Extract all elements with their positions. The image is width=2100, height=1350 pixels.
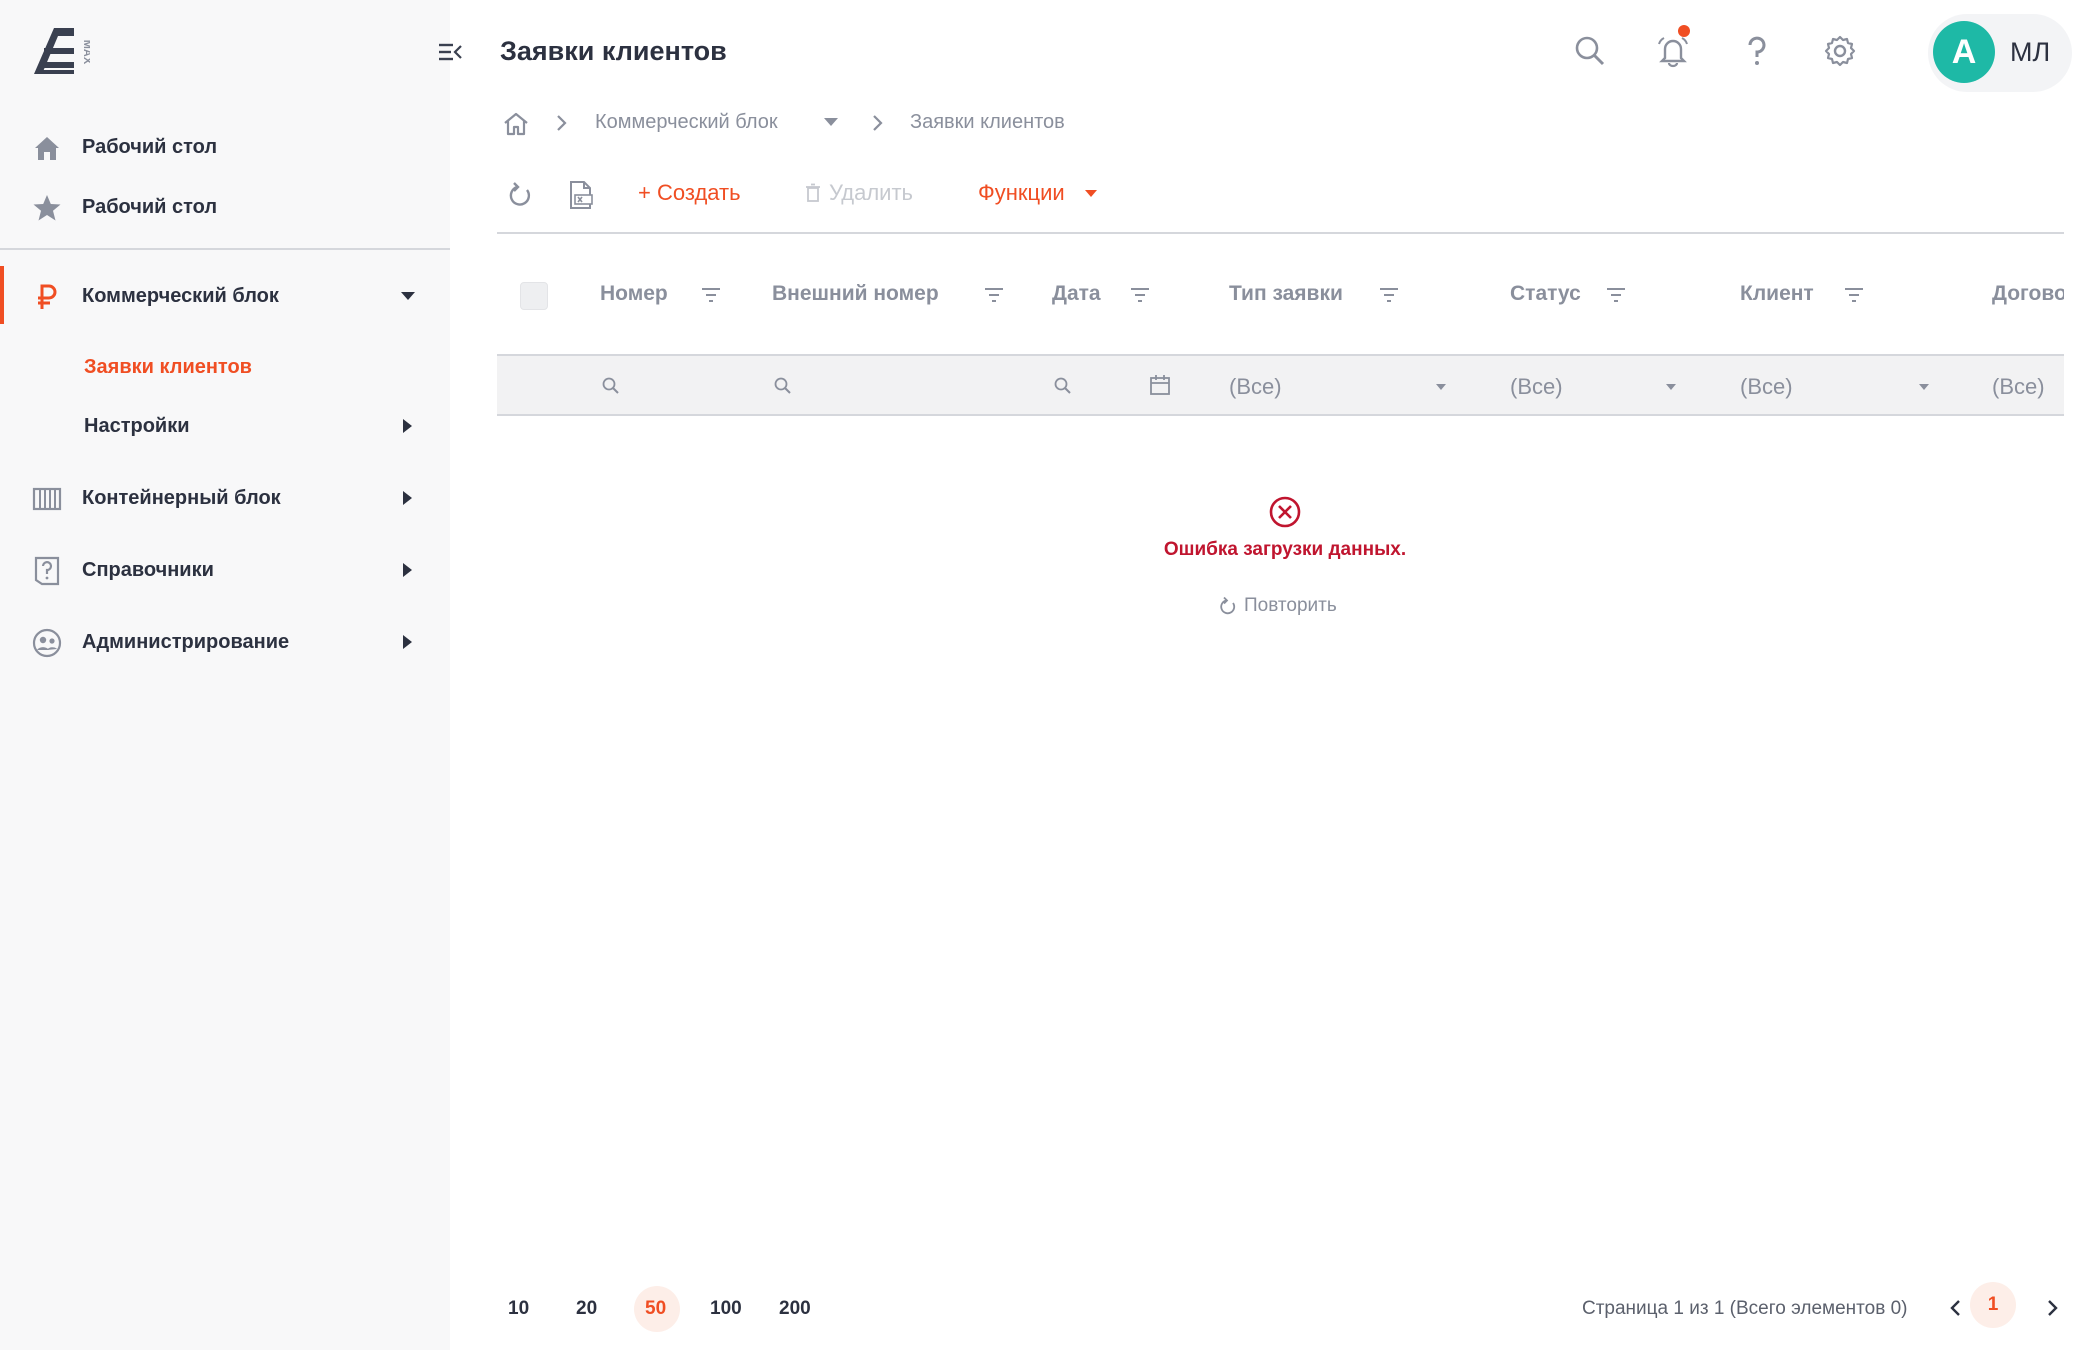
container-icon [32,487,62,511]
help-icon[interactable] [1740,34,1774,68]
bell-icon[interactable] [1656,34,1690,68]
sidebar-item-label: Рабочий стол [82,195,218,218]
filter-contract-clip: (Все) [1990,366,2064,410]
caret-down-icon[interactable] [1435,383,1447,391]
svg-text:MAX: MAX [81,40,90,65]
functions-label: Функции [978,180,1065,205]
chevron-left-icon[interactable] [1946,1296,1966,1320]
search-icon[interactable] [773,376,793,396]
search-icon[interactable] [1573,34,1607,68]
caret-down-icon[interactable] [1665,383,1677,391]
filter-select-client[interactable]: (Все) [1740,374,1793,400]
filter-icon[interactable] [1378,285,1400,305]
gear-icon[interactable] [1823,34,1857,68]
retry-button[interactable]: Повторить [1218,595,1337,617]
column-header-number[interactable]: Номер [600,282,668,306]
sidebar-subitem-settings[interactable]: Настройки [0,398,450,454]
page-title: Заявки клиентов [500,36,727,66]
search-icon[interactable] [1053,376,1073,396]
refresh-icon[interactable] [505,180,535,210]
chevron-right-icon[interactable] [400,418,414,434]
sidebar-item-label: Настройки [84,414,190,437]
create-button[interactable]: + Создать [638,180,741,206]
export-excel-icon[interactable] [566,180,596,210]
sidebar-divider [0,248,450,250]
column-header-client[interactable]: Клиент [1740,282,1814,306]
sidebar-subitem-client-requests[interactable]: Заявки клиентов [84,356,252,379]
sidebar-item-administration[interactable]: Администрирование [0,614,450,670]
sidebar-item-container[interactable]: Контейнерный блок [0,470,450,526]
filter-select-status[interactable]: (Все) [1510,374,1563,400]
chevron-right-icon[interactable] [2042,1296,2062,1320]
caret-down-icon[interactable] [1918,383,1930,391]
page-size-option[interactable]: 20 [576,1298,597,1320]
chevron-right-icon[interactable] [400,562,414,578]
create-button-label: + Создать [638,180,741,205]
column-header-contract[interactable]: Договор [1992,282,2064,306]
sidebar-item-references[interactable]: Справочники [0,542,450,598]
breadcrumb-current: Заявки клиентов [910,111,1065,133]
column-header-request-type[interactable]: Тип заявки [1229,282,1343,306]
toolbar-divider [497,232,2064,234]
breadcrumb-item[interactable]: Коммерческий блок [595,111,778,134]
column-header-contract-clip: Договор [1990,272,2064,322]
chevron-right-icon[interactable] [400,490,414,506]
chevron-right-icon[interactable] [400,634,414,650]
filter-select-contract[interactable]: (Все) [1992,374,2045,400]
error-message: Ошибка загрузки данных. [1163,539,1407,560]
sidebar-item-dashboard[interactable]: Рабочий стол [0,119,450,175]
question-book-icon [34,556,60,586]
breadcrumb-home-icon[interactable] [502,110,530,138]
delete-button-label: Удалить [829,180,913,205]
breadcrumb-separator-icon [873,115,883,131]
page-size-option-active[interactable]: 50 [645,1298,666,1320]
filter-icon[interactable] [1129,285,1151,305]
retry-label: Повторить [1244,595,1337,616]
column-header-status[interactable]: Статус [1510,282,1581,306]
chevron-down-icon [1084,190,1097,197]
chevron-down-icon[interactable] [400,290,416,302]
user-initials[interactable]: МЛ [2010,37,2050,68]
pagination-status: Страница 1 из 1 (Всего элементов 0) [1582,1298,1908,1319]
breadcrumb-separator-icon [557,115,567,131]
filter-select-request-type[interactable]: (Все) [1229,374,1282,400]
ruble-icon [38,284,57,309]
search-icon[interactable] [601,376,621,396]
trash-icon [806,183,820,202]
filter-icon[interactable] [1605,285,1627,305]
page-size-option[interactable]: 200 [779,1298,811,1320]
sidebar-item-label: Коммерческий блок [82,284,279,307]
app-logo[interactable]: MAX [34,28,90,76]
page-size-option[interactable]: 100 [710,1298,742,1320]
notification-badge [1678,25,1690,37]
functions-dropdown[interactable]: Функции [978,180,1099,206]
page-size-option[interactable]: 10 [508,1298,529,1320]
sidebar-item-label: Рабочий стол [82,135,218,158]
page-number-current[interactable]: 1 [1970,1282,2016,1328]
filter-icon[interactable] [700,285,722,305]
admin-icon [32,628,62,658]
calendar-icon[interactable] [1148,373,1172,397]
sidebar-item-commercial[interactable]: Коммерческий блок [0,268,450,324]
column-header-date[interactable]: Дата [1052,282,1101,306]
filter-icon[interactable] [1843,285,1865,305]
delete-button[interactable]: Удалить [805,180,913,206]
filter-icon[interactable] [983,285,1005,305]
error-icon [1269,496,1301,528]
sidebar-item-favorites[interactable]: Рабочий стол [0,179,450,235]
sidebar-item-label: Администрирование [82,630,290,653]
sidebar-item-label: Справочники [82,558,214,581]
refresh-icon [1220,596,1236,615]
breadcrumb-dropdown-icon[interactable] [823,116,839,128]
sidebar: MAX Рабочий стол Рабочий стол Коммерческ… [0,0,462,1350]
star-icon [33,195,61,221]
sidebar-item-label: Контейнерный блок [82,486,281,509]
sidebar-collapse-icon[interactable] [437,40,463,64]
select-all-checkbox[interactable] [520,282,548,310]
avatar[interactable]: A [1933,21,1995,83]
home-icon [35,137,59,160]
column-header-external-number[interactable]: Внешний номер [772,282,939,306]
